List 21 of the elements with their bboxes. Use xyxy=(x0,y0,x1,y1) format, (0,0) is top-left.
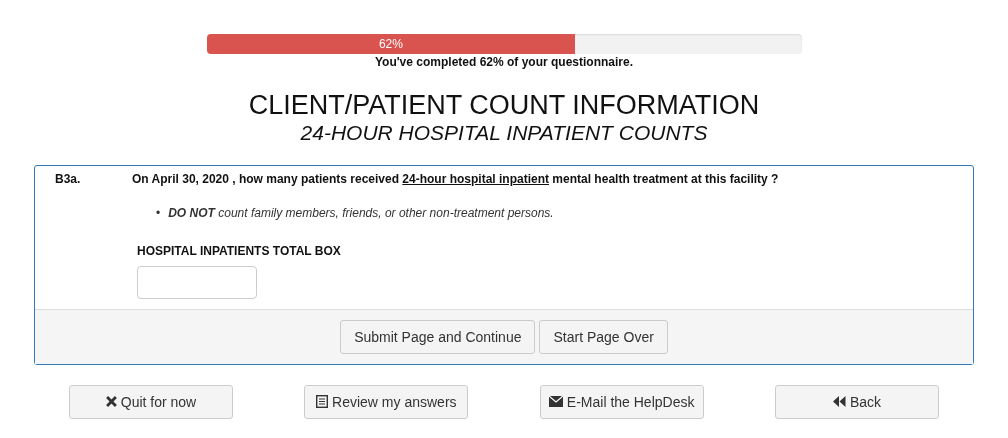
input-field[interactable] xyxy=(137,265,257,299)
review-button[interactable]: Review my answers xyxy=(304,384,469,419)
instruction-text: DO NOT count family members, friends, or other non-treatment persons. xyxy=(168,205,554,221)
question-text: On April 30, 2020 , how many patients received 24-hour hospital inpatient mental health treatment at this facility ? xyxy=(132,171,779,186)
definition-link[interactable]: 24-hour hospital inpatient xyxy=(402,171,549,186)
back-button[interactable]: Back xyxy=(775,384,939,419)
bullet-marker: • xyxy=(156,205,161,221)
envelope-icon xyxy=(548,396,563,408)
close-icon xyxy=(105,396,117,408)
page-title: CLIENT/PATIENT COUNT INFORMATION xyxy=(248,91,760,121)
progress-percent: 62% xyxy=(378,37,403,51)
submit-button[interactable]: Submit Page and Continue xyxy=(340,319,536,354)
email-button[interactable]: E-Mail the HelpDesk xyxy=(539,384,704,419)
list-icon xyxy=(316,395,329,409)
progress-caption: You've completed 62% of your questionnaire. xyxy=(375,55,633,69)
question-number: B3a. xyxy=(55,171,82,186)
rewind-icon xyxy=(832,396,846,408)
field-label: HOSPITAL INPATIENTS TOTAL BOX xyxy=(137,243,342,258)
page-subtitle: 24-HOUR HOSPITAL INPATIENT COUNTS xyxy=(300,120,708,145)
reset-button[interactable]: Start Page Over xyxy=(539,319,668,354)
quit-button[interactable]: Quit for now xyxy=(69,384,233,419)
